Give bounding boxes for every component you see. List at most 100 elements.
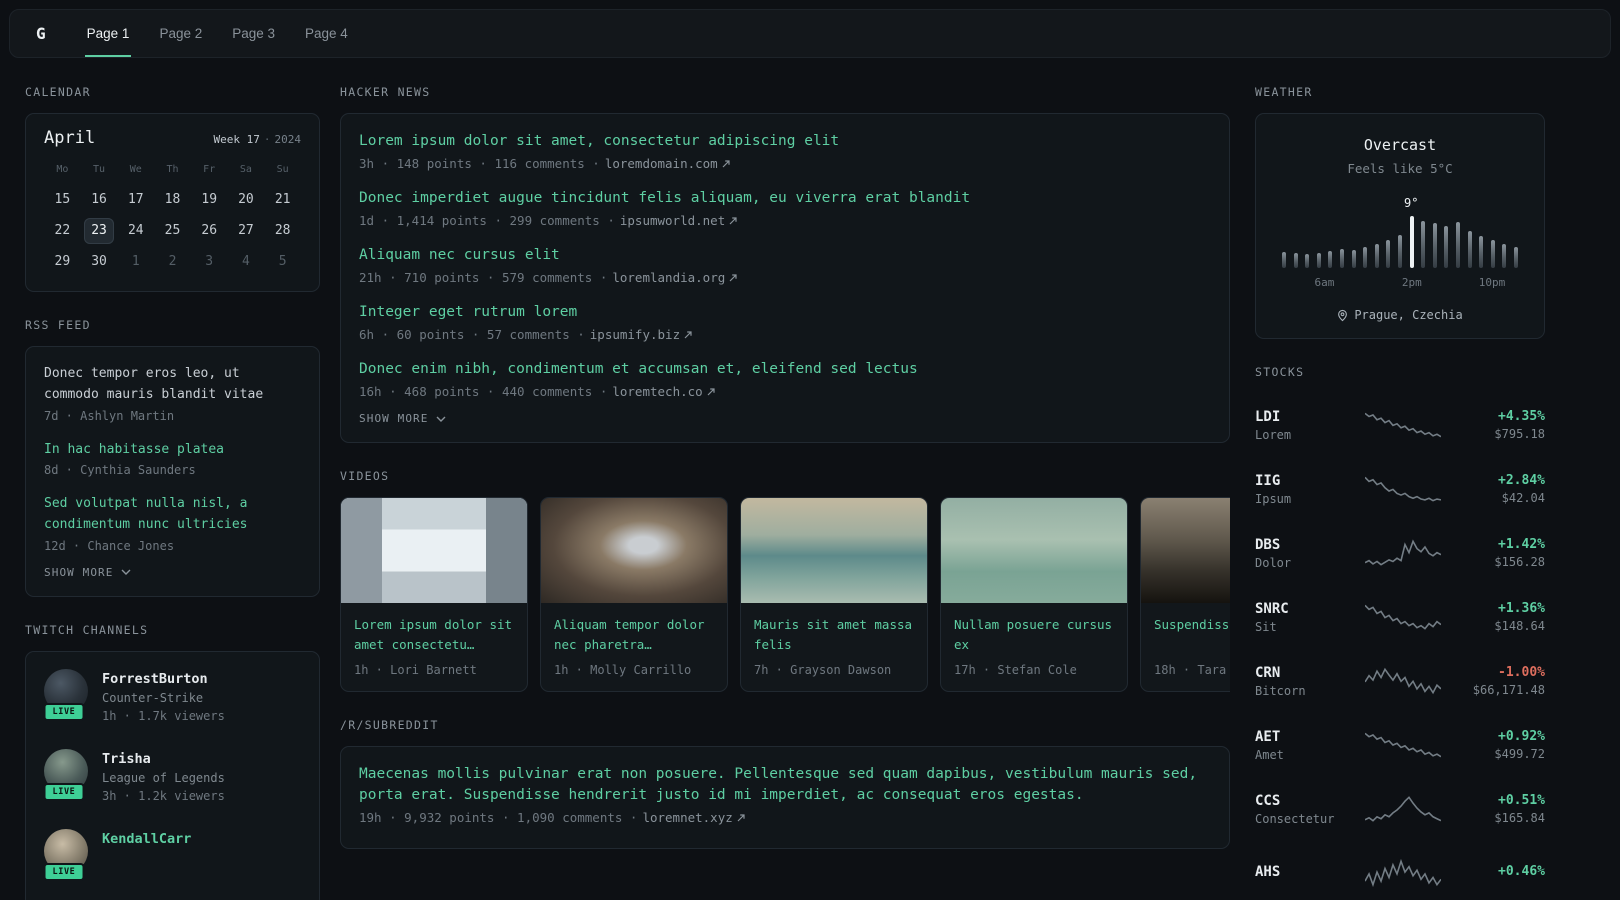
video-thumbnail[interactable] <box>341 498 527 604</box>
twitch-channel-row[interactable]: LIVE ForrestBurton Counter-Strike 1h · 1… <box>43 668 301 723</box>
hackernews-item-domain: ipsumworld.net <box>619 213 726 229</box>
subreddit-section-title: /R/SUBREDDIT <box>340 718 439 733</box>
calendar-day-cell: 23 <box>84 217 115 244</box>
stock-values: +1.36% $148.64 <box>1447 601 1545 633</box>
subreddit-item-title[interactable]: Maecenas mollis pulvinar erat non posuer… <box>359 764 1211 806</box>
hackernews-item-title[interactable]: Donec imperdiet augue tincidunt felis al… <box>359 188 1211 209</box>
page-tab[interactable]: Page 3 <box>230 10 277 57</box>
hackernews-item-title[interactable]: Integer eget rutrum lorem <box>359 302 1211 323</box>
video-title[interactable]: Aliquam tempor dolor nec pharetra… <box>554 615 714 655</box>
stock-values: +2.84% $42.04 <box>1447 473 1545 505</box>
rss-show-more-button[interactable]: SHOW MORE <box>44 566 131 579</box>
video-thumbnail[interactable] <box>541 498 727 604</box>
video-title[interactable]: Suspendisse diam <box>1154 615 1230 655</box>
stock-identity: LDI Lorem <box>1255 409 1359 442</box>
middle-column: HACKER NEWS Lorem ipsum dolor sit amet, … <box>340 85 1230 900</box>
video-thumbnail[interactable] <box>1141 498 1230 604</box>
stock-row[interactable]: SNRC Sit +1.36% $148.64 <box>1255 585 1545 649</box>
videos-section: VIDEOS Lorem ipsum dolor sit amet consec… <box>340 469 1230 693</box>
video-card-body: Lorem ipsum dolor sit amet consectetu… 1… <box>341 603 527 691</box>
stock-price: $499.72 <box>1494 747 1545 761</box>
calendar-header: April Week 17 · 2024 <box>44 128 301 148</box>
calendar-day-header: Th <box>166 164 179 175</box>
stock-sparkline <box>1365 731 1441 759</box>
stocks-section-title: STOCKS <box>1255 365 1305 379</box>
page-tab-label: Page 4 <box>305 26 348 41</box>
hackernews-item-title[interactable]: Donec enim nibh, condimentum et accumsan… <box>359 359 1211 380</box>
weather-bar <box>1339 249 1344 268</box>
hackernews-item-source-link[interactable]: loremlandia.org <box>612 270 737 285</box>
weather-section: WEATHER Overcast Feels like 5°C 9° 6am 2… <box>1255 85 1545 339</box>
stock-sparkline <box>1365 667 1441 695</box>
video-card: Aliquam tempor dolor nec pharetra… 1h · … <box>540 497 728 693</box>
hackernews-item-source-link[interactable]: ipsumify.biz <box>590 327 692 342</box>
calendar-day-cell: 22 <box>54 222 71 238</box>
video-thumbnail[interactable] <box>941 498 1127 604</box>
twitch-avatar: LIVE <box>43 668 88 721</box>
weather-bar <box>1328 251 1333 268</box>
page-tab[interactable]: Page 1 <box>84 10 132 57</box>
hackernews-item-source-link[interactable]: ipsumworld.net <box>620 213 737 228</box>
calendar-day-cell: 24 <box>127 222 144 238</box>
calendar-day-header: We <box>129 164 142 175</box>
hackernews-item-title[interactable]: Lorem ipsum dolor sit amet, consectetur … <box>359 131 1211 152</box>
stock-row[interactable]: DBS Dolor +1.42% $156.28 <box>1255 521 1545 585</box>
calendar-year: 2024 <box>274 133 302 146</box>
twitch-channel-viewers: 3h · 1.2k viewers <box>102 788 225 803</box>
weather-temp-label: 9° <box>1404 196 1419 210</box>
hackernews-item: Integer eget rutrum lorem 6h · 60 points… <box>359 302 1211 342</box>
page-tab-label: Page 3 <box>232 26 276 41</box>
page-tab[interactable]: Page 2 <box>157 10 204 57</box>
live-badge: LIVE <box>43 862 85 881</box>
rss-item: Donec tempor eros leo, ut commodo mauris… <box>44 364 301 423</box>
calendar-day-header: Tu <box>93 164 106 175</box>
video-title[interactable]: Lorem ipsum dolor sit amet consectetu… <box>354 615 514 655</box>
stock-row[interactable]: AET Amet +0.92% $499.72 <box>1255 713 1545 777</box>
video-thumbnail[interactable] <box>741 498 927 604</box>
chevron-down-icon <box>121 569 131 576</box>
rss-item-title[interactable]: In hac habitasse platea <box>44 440 301 461</box>
subreddit-item-stats: 19h · 9,932 points · 1,090 comments · <box>359 810 638 826</box>
video-card-body: Aliquam tempor dolor nec pharetra… 1h · … <box>541 603 727 691</box>
stock-values: +4.35% $795.18 <box>1447 409 1545 441</box>
video-title[interactable]: Mauris sit amet massa felis <box>754 615 914 655</box>
twitch-channel-row[interactable]: LIVE Trisha League of Legends 3h · 1.2k … <box>43 748 301 803</box>
hackernews-item-source-link[interactable]: loremdomain.com <box>605 156 730 171</box>
stock-row[interactable]: AHS +0.46% <box>1255 841 1545 900</box>
weather-bar <box>1374 244 1379 268</box>
hackernews-item-title[interactable]: Aliquam nec cursus elit <box>359 245 1211 266</box>
subreddit-item-source-link[interactable]: loremnet.xyz <box>642 810 745 825</box>
stock-row[interactable]: IIG Ipsum +2.84% $42.04 <box>1255 457 1545 521</box>
twitch-channel-info: Trisha League of Legends 3h · 1.2k viewe… <box>102 749 225 803</box>
page-tab[interactable]: Page 4 <box>303 10 350 57</box>
twitch-channel-row[interactable]: LIVE KendallCarr <box>43 828 301 881</box>
rss-item-title[interactable]: Sed volutpat nulla nisl, a condimentum n… <box>44 494 301 536</box>
stock-row[interactable]: CRN Bitcorn -1.00% $66,171.48 <box>1255 649 1545 713</box>
weather-bar <box>1316 252 1321 268</box>
external-link-icon <box>684 330 692 338</box>
stock-row[interactable]: LDI Lorem +4.35% $795.18 <box>1255 393 1545 457</box>
stock-sparkline <box>1365 603 1441 631</box>
calendar-day-cell: 25 <box>164 222 181 238</box>
calendar-day-cell: 1 <box>131 253 140 269</box>
stock-identity: IIG Ipsum <box>1255 473 1359 506</box>
external-link-icon <box>722 159 730 167</box>
hackernews-section: HACKER NEWS Lorem ipsum dolor sit amet, … <box>340 85 1230 444</box>
calendar-day-cell: 26 <box>201 222 218 238</box>
hackernews-show-more-button[interactable]: SHOW MORE <box>359 412 446 425</box>
rss-item-title[interactable]: Donec tempor eros leo, ut commodo mauris… <box>44 364 301 406</box>
stock-row[interactable]: CCS Consectetur +0.51% $165.84 <box>1255 777 1545 841</box>
calendar-day-cell: 2 <box>168 253 177 269</box>
weather-bar <box>1282 252 1286 268</box>
video-card: Mauris sit amet massa felis 7h · Grayson… <box>740 497 928 693</box>
stock-symbol: CRN <box>1255 664 1281 681</box>
hackernews-item: Donec imperdiet augue tincidunt felis al… <box>359 188 1211 228</box>
video-title[interactable]: Nullam posuere cursus ex <box>954 615 1114 655</box>
rss-item-meta: 8d · Cynthia Saunders <box>44 463 196 478</box>
video-meta: 18h · Tara <box>1154 663 1227 678</box>
stock-price: $66,171.48 <box>1472 683 1545 697</box>
rss-item-meta: 12d · Chance Jones <box>44 538 175 553</box>
subreddit-widget: Maecenas mollis pulvinar erat non posuer… <box>340 746 1230 850</box>
hackernews-item-source-link[interactable]: loremtech.co <box>612 384 715 399</box>
stock-symbol: LDI <box>1255 408 1281 425</box>
